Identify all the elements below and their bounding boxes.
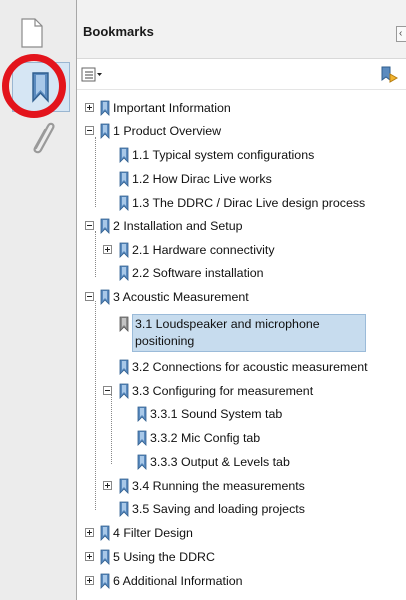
bookmark-icon	[100, 525, 110, 541]
bookmark-using-ddrc[interactable]: 5 Using the DDRC	[85, 548, 215, 566]
bookmark-icon	[119, 171, 129, 187]
bookmark-label: 4 Filter Design	[113, 526, 193, 540]
bookmark-label: 3.5 Saving and loading projects	[132, 502, 305, 516]
bookmark-design-process[interactable]: 1.3 The DDRC / Dirac Live design process	[119, 194, 365, 212]
bookmark-typical-configurations[interactable]: 1.1 Typical system configurations	[119, 146, 314, 164]
bookmark-connections-measurement[interactable]: 3.2 Connections for acoustic measurement	[119, 358, 368, 376]
bookmark-icon	[119, 501, 129, 517]
bookmark-icon	[119, 383, 129, 399]
panel-title: Bookmarks	[83, 24, 154, 39]
bookmark-how-dirac-works[interactable]: 1.2 How Dirac Live works	[119, 170, 272, 188]
highlight-circle	[2, 54, 66, 118]
paperclip-icon[interactable]	[28, 118, 58, 156]
bookmark-loudspeaker-positioning[interactable]: 3.1 Loudspeaker and microphone positioni…	[119, 314, 366, 352]
bookmark-label: 1 Product Overview	[113, 124, 222, 138]
bookmark-hardware-connectivity[interactable]: 2.1 Hardware connectivity	[103, 241, 275, 259]
bookmark-output-levels-tab[interactable]: 3.3.3 Output & Levels tab	[137, 453, 290, 471]
tree-guide	[95, 231, 96, 277]
bookmark-icon	[100, 549, 110, 565]
page-thumbnails-icon[interactable]	[20, 18, 44, 48]
bookmark-icon	[119, 359, 129, 375]
bookmark-icon	[100, 100, 110, 116]
expand-toggle[interactable]	[103, 245, 112, 254]
bookmark-additional-information[interactable]: 6 Additional Information	[85, 572, 243, 590]
expand-toggle[interactable]	[85, 576, 94, 585]
bookmark-label: 3.3.3 Output & Levels tab	[150, 455, 290, 469]
bookmark-label-selected: 3.1 Loudspeaker and microphone positioni…	[132, 314, 366, 352]
bookmark-label: 3.2 Connections for acoustic measurement	[132, 360, 368, 374]
bookmark-label: Important Information	[113, 101, 231, 115]
bookmark-product-overview[interactable]: 1 Product Overview	[85, 122, 221, 140]
tree-guide	[95, 137, 96, 207]
tree-guide	[95, 301, 96, 510]
bookmark-search-icon	[381, 66, 399, 83]
expand-toggle[interactable]	[103, 481, 112, 490]
bookmark-icon	[100, 573, 110, 589]
bookmark-label: 2.2 Software installation	[132, 266, 264, 280]
bookmark-label: 6 Additional Information	[113, 574, 243, 588]
bookmark-label: 3.3.1 Sound System tab	[150, 407, 283, 421]
options-menu-button[interactable]	[81, 66, 105, 84]
bookmark-icon	[100, 218, 110, 234]
bookmark-tree: Important Information 1 Product Overview…	[77, 90, 406, 600]
chevron-left-icon: ‹	[399, 28, 403, 39]
list-options-icon	[81, 67, 102, 82]
bookmarks-toolbar	[77, 59, 406, 90]
bookmark-label: 3.3.2 Mic Config tab	[150, 431, 261, 445]
bookmark-label: 1.3 The DDRC / Dirac Live design process	[132, 196, 366, 210]
bookmark-icon	[119, 242, 129, 258]
bookmark-label: 3 Acoustic Measurement	[113, 290, 249, 304]
bookmark-label: 3.3 Configuring for measurement	[132, 384, 314, 398]
bookmark-icon	[137, 406, 147, 422]
expand-toggle[interactable]	[85, 103, 94, 112]
bookmark-mic-config-tab[interactable]: 3.3.2 Mic Config tab	[137, 429, 260, 447]
bookmark-configuring-measurement[interactable]: 3.3 Configuring for measurement	[103, 382, 313, 400]
bookmark-icon	[119, 147, 129, 163]
bookmark-label: 5 Using the DDRC	[113, 550, 215, 564]
bookmark-saving-loading-projects[interactable]: 3.5 Saving and loading projects	[119, 500, 305, 518]
find-bookmark-button[interactable]	[380, 66, 399, 84]
bookmark-important-information[interactable]: Important Information	[85, 99, 231, 117]
bookmark-icon	[100, 123, 110, 139]
bookmark-label: 1.2 How Dirac Live works	[132, 172, 272, 186]
bookmark-label: 1.1 Typical system configurations	[132, 148, 315, 162]
bookmark-filter-design[interactable]: 4 Filter Design	[85, 524, 193, 542]
bookmark-label: 2.1 Hardware connectivity	[132, 243, 275, 257]
bookmark-icon	[137, 454, 147, 470]
collapse-toggle[interactable]	[85, 126, 94, 135]
collapse-toggle[interactable]	[85, 292, 94, 301]
bookmark-acoustic-measurement[interactable]: 3 Acoustic Measurement	[85, 288, 249, 306]
collapse-toggle[interactable]	[85, 221, 94, 230]
bookmark-label: 2 Installation and Setup	[113, 219, 243, 233]
bookmarks-panel: Bookmarks ‹ Important Information 1 Prod…	[77, 0, 406, 600]
expand-toggle[interactable]	[85, 528, 94, 537]
tree-guide	[111, 395, 112, 464]
bookmark-icon	[119, 265, 129, 281]
bookmark-sound-system-tab[interactable]: 3.3.1 Sound System tab	[137, 405, 282, 423]
bookmark-installation-setup[interactable]: 2 Installation and Setup	[85, 217, 243, 235]
bookmark-software-installation[interactable]: 2.2 Software installation	[119, 264, 264, 282]
bookmark-running-measurements[interactable]: 3.4 Running the measurements	[103, 477, 305, 495]
bookmark-icon	[137, 430, 147, 446]
collapse-panel-button[interactable]: ‹	[396, 26, 406, 42]
navigation-rail	[0, 0, 77, 600]
bookmark-icon	[119, 316, 129, 332]
bookmark-icon	[119, 195, 129, 211]
collapse-toggle[interactable]	[103, 386, 112, 395]
bookmark-label: 3.4 Running the measurements	[132, 479, 305, 493]
bookmark-icon	[119, 478, 129, 494]
expand-toggle[interactable]	[85, 552, 94, 561]
panel-header: Bookmarks ‹	[77, 0, 406, 59]
bookmark-icon	[100, 289, 110, 305]
